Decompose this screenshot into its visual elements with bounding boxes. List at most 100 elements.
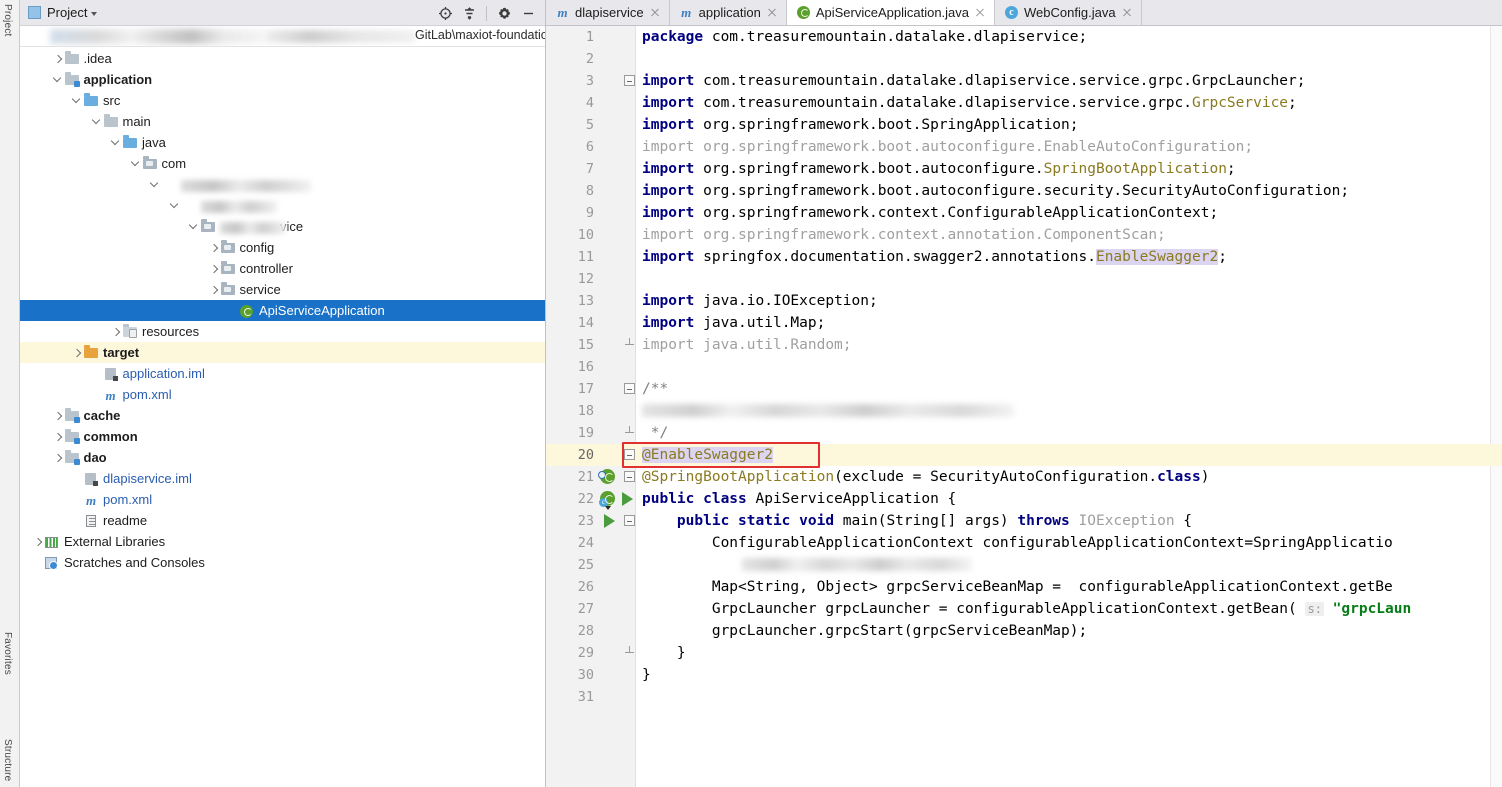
fold-toggle-icon[interactable] <box>624 449 635 460</box>
chevron-down-icon[interactable] <box>149 174 161 195</box>
code-line[interactable]: 29 } <box>546 642 1502 664</box>
chevron-down-icon[interactable] <box>110 132 122 153</box>
editor-tab-apiserviceapplication-java[interactable]: ApiServiceApplication.java <box>786 0 996 25</box>
strip-button-favorites[interactable]: Favorites <box>2 632 13 675</box>
tree-item-src[interactable]: src <box>20 90 545 111</box>
editor-tab-application[interactable]: m application <box>670 0 787 25</box>
tree-item-main[interactable]: main <box>20 111 545 132</box>
code-line[interactable]: 21 @SpringBootApplication(exclude = Secur… <box>546 466 1502 488</box>
tree-item-config[interactable]: config <box>20 237 545 258</box>
close-icon[interactable] <box>974 6 986 18</box>
collapse-all-icon[interactable] <box>458 2 480 24</box>
code-line[interactable]: 12 <box>546 268 1502 290</box>
fold-region-end-icon[interactable] <box>625 426 634 436</box>
code-line[interactable]: 7 import org.springframework.boot.autocon… <box>546 158 1502 180</box>
fold-toggle-icon[interactable] <box>624 515 635 526</box>
tree-item-apiserviceapplication[interactable]: ApiServiceApplication <box>20 300 545 321</box>
code-line[interactable]: 9 import org.springframework.context.Conf… <box>546 202 1502 224</box>
chevron-down-icon[interactable] <box>130 153 142 174</box>
tree-item-com[interactable]: com <box>20 153 545 174</box>
code-line[interactable]: 5 import org.springframework.boot.SpringA… <box>546 114 1502 136</box>
chevron-down-icon[interactable] <box>188 216 200 237</box>
chevron-down-icon[interactable] <box>71 90 83 111</box>
chevron-down-icon[interactable] <box>52 69 64 90</box>
editor-tab-bar[interactable]: m dlapiservice m application ApiServiceAppli… <box>546 0 1502 26</box>
chevron-right-icon[interactable] <box>71 342 83 363</box>
tree-item-cache[interactable]: cache <box>20 405 545 426</box>
editor-tab-dlapiservice[interactable]: m dlapiservice <box>546 0 670 25</box>
code-line[interactable]: 31 <box>546 686 1502 708</box>
spring-bean-gutter-icon[interactable] <box>598 469 616 485</box>
code-line[interactable]: 14 import java.util.Map; <box>546 312 1502 334</box>
code-line[interactable]: 17 /** <box>546 378 1502 400</box>
chevron-right-icon[interactable] <box>52 48 64 69</box>
tree-item-external-libraries[interactable]: External Libraries <box>20 531 545 552</box>
code-line[interactable]: 26 Map<String, Object> grpcServiceBeanMa… <box>546 576 1502 598</box>
code-line[interactable]: 19 */ <box>546 422 1502 444</box>
strip-button-project[interactable]: Project <box>2 4 13 37</box>
code-line[interactable]: 20 @EnableSwagger2 <box>546 444 1502 466</box>
tree-item-java[interactable]: java <box>20 132 545 153</box>
chevron-right-icon[interactable] <box>52 447 64 468</box>
code-line[interactable]: 2 <box>546 48 1502 70</box>
chevron-right-icon[interactable] <box>52 426 64 447</box>
tree-item-controller[interactable]: controller <box>20 258 545 279</box>
tree-item-application[interactable]: application <box>20 69 545 90</box>
fold-toggle-icon[interactable] <box>624 75 635 86</box>
close-icon[interactable] <box>1121 6 1133 18</box>
spring-bean-run-gutter-icon[interactable]: c <box>599 491 633 510</box>
code-line[interactable]: 22 c public class ApiServiceApplication { <box>546 488 1502 510</box>
tree-item-resources[interactable]: resources <box>20 321 545 342</box>
tree-item-vice[interactable]: vice <box>20 216 545 237</box>
tree-item-pom-xml[interactable]: m pom.xml <box>20 489 545 510</box>
gear-icon[interactable] <box>493 2 515 24</box>
chevron-down-icon[interactable] <box>91 11 98 16</box>
editor-tab-webconfig-java[interactable]: c WebConfig.java <box>995 0 1142 25</box>
chevron-right-icon[interactable] <box>208 237 220 258</box>
code-line[interactable]: 6 import org.springframework.boot.autocon… <box>546 136 1502 158</box>
code-line[interactable]: 25 <box>546 554 1502 576</box>
locate-icon[interactable] <box>434 2 456 24</box>
chevron-down-icon[interactable] <box>91 111 103 132</box>
chevron-right-icon[interactable] <box>32 531 44 552</box>
code-line[interactable]: 23 public static void main(String[] args… <box>546 510 1502 532</box>
code-line[interactable]: 24 ConfigurableApplicationContext config… <box>546 532 1502 554</box>
code-line[interactable]: 8 import org.springframework.boot.autocon… <box>546 180 1502 202</box>
tree-item-scratches-and-consoles[interactable]: Scratches and Consoles <box>20 552 545 573</box>
fold-region-end-icon[interactable] <box>625 646 634 656</box>
tree-item-common[interactable]: common <box>20 426 545 447</box>
fold-toggle-icon[interactable] <box>624 383 635 394</box>
code-line[interactable]: 27 GrpcLauncher grpcLauncher = configura… <box>546 598 1502 620</box>
tree-item-application-iml[interactable]: application.iml <box>20 363 545 384</box>
tree-item-target[interactable]: target <box>20 342 545 363</box>
code-line[interactable]: 3 import com.treasuremountain.datalake.dl… <box>546 70 1502 92</box>
tree-item-redacted[interactable] <box>20 174 545 195</box>
chevron-right-icon[interactable] <box>208 258 220 279</box>
code-line[interactable]: 16 <box>546 356 1502 378</box>
code-line[interactable]: 10 import org.springframework.context.ann… <box>546 224 1502 246</box>
fold-toggle-icon[interactable] <box>624 471 635 482</box>
strip-button-structure[interactable]: Structure <box>2 739 13 781</box>
code-line[interactable]: 4 import com.treasuremountain.datalake.dl… <box>546 92 1502 114</box>
code-line[interactable]: 11 import springfox.documentation.swagger… <box>546 246 1502 268</box>
tree-item-service[interactable]: service <box>20 279 545 300</box>
chevron-down-icon[interactable] <box>169 195 181 216</box>
run-method-gutter-icon[interactable] <box>600 513 616 529</box>
code-editor[interactable]: 1 package com.treasuremountain.datalake.d… <box>546 26 1502 787</box>
code-line[interactable]: 18 <box>546 400 1502 422</box>
code-line[interactable]: 28 grpcLauncher.grpcStart(grpcServiceBea… <box>546 620 1502 642</box>
minimize-icon[interactable] <box>517 2 539 24</box>
code-lines[interactable]: 1 package com.treasuremountain.datalake.d… <box>546 26 1502 787</box>
chevron-right-icon[interactable] <box>110 321 122 342</box>
close-icon[interactable] <box>766 6 778 18</box>
tree-item-dlapiservice-iml[interactable]: dlapiservice.iml <box>20 468 545 489</box>
tree-item-dao[interactable]: dao <box>20 447 545 468</box>
code-line[interactable]: 15 import java.util.Random; <box>546 334 1502 356</box>
code-line[interactable]: 1 package com.treasuremountain.datalake.d… <box>546 26 1502 48</box>
tree-item-pom-xml[interactable]: m pom.xml <box>20 384 545 405</box>
tree-item-redacted[interactable] <box>20 195 545 216</box>
tree-item-readme[interactable]: readme <box>20 510 545 531</box>
tree-item-idea[interactable]: .idea <box>20 48 545 69</box>
project-tree[interactable]: .idea application src main java com vice config… <box>20 48 545 787</box>
code-line[interactable]: 30} <box>546 664 1502 686</box>
